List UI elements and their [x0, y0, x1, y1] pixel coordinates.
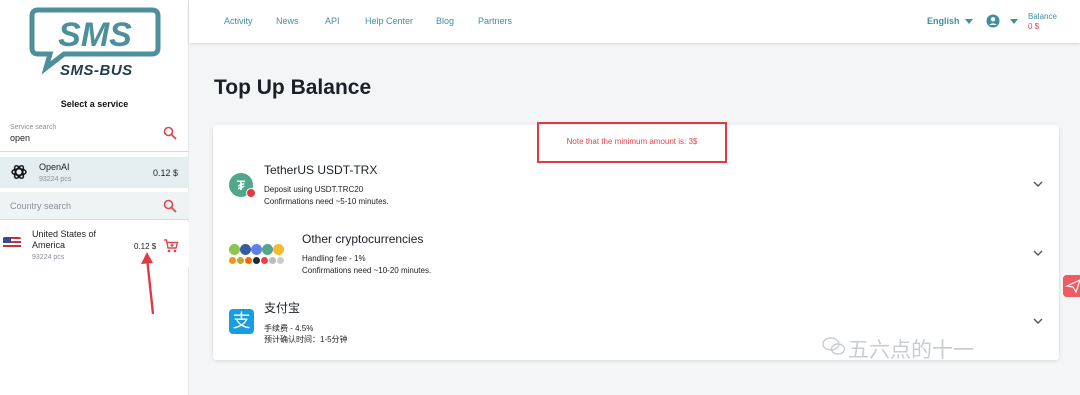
search-icon[interactable]	[163, 126, 177, 140]
service-name: OpenAI	[39, 162, 70, 172]
method-detail: Deposit using USDT.TRC20	[264, 185, 364, 194]
logo-text: SMS	[58, 16, 132, 54]
service-item-openai[interactable]: OpenAI 93224 pcs 0.12 $	[0, 157, 189, 188]
nav-news[interactable]: News	[276, 16, 299, 26]
wechat-icon	[822, 337, 846, 355]
annotation-arrow	[141, 252, 155, 315]
method-title: 支付宝	[264, 301, 301, 315]
chevron-down-icon[interactable]	[1032, 317, 1044, 325]
nav-partners[interactable]: Partners	[478, 16, 512, 26]
service-price: 0.12 $	[152, 168, 178, 178]
method-detail: Confirmations need ~5-10 minutes.	[264, 197, 389, 206]
chevron-down-icon[interactable]	[1032, 180, 1044, 188]
watermark: 五六点的十一	[848, 338, 974, 362]
service-search-input[interactable]: open	[10, 133, 30, 143]
country-name: United States of America	[32, 229, 97, 250]
tron-badge-icon	[246, 188, 256, 198]
top-navigation: Activity News API Help Center Blog Partn…	[189, 0, 1080, 43]
balance-label: Balance	[1028, 12, 1057, 21]
user-icon[interactable]	[986, 14, 1000, 28]
payment-methods-card: Note that the minimum amount is: 3$ ₮ Te…	[213, 122, 1059, 360]
sidebar: SMS SMS-BUS Select a service Service sea…	[0, 0, 189, 395]
telegram-icon[interactable]	[1063, 275, 1080, 297]
chevron-down-icon[interactable]	[1032, 249, 1044, 257]
alipay-icon: 支	[229, 309, 254, 334]
select-service-title: Select a service	[60, 99, 129, 109]
service-search-field[interactable]: Service search open	[0, 118, 189, 152]
method-detail: 手续费 - 4.5%	[264, 324, 314, 333]
crypto-coins-icon	[228, 240, 290, 266]
service-search-label: Service search	[10, 124, 57, 131]
nav-help-center[interactable]: Help Center	[365, 16, 413, 26]
nav-activity[interactable]: Activity	[224, 16, 253, 26]
method-title: Other cryptocurrencies	[302, 232, 424, 246]
openai-icon	[11, 165, 27, 179]
logo-subtitle: SMS-BUS	[60, 62, 133, 79]
minimum-amount-note: Note that the minimum amount is: 3$	[566, 137, 698, 146]
method-detail: 预计确认时间：1-5分钟	[264, 335, 348, 344]
method-detail: Handling fee - 1%	[302, 254, 366, 263]
language-selector[interactable]: English	[927, 16, 960, 26]
balance-value: 0 $	[1028, 22, 1040, 31]
minimum-amount-highlight: Note that the minimum amount is: 3$	[537, 122, 727, 163]
nav-api[interactable]: API	[325, 16, 340, 26]
country-search-input[interactable]: Country search	[10, 201, 71, 211]
search-icon[interactable]	[163, 199, 177, 213]
chevron-down-icon[interactable]	[965, 19, 973, 24]
country-count: 93224 pcs	[32, 254, 65, 261]
method-title: TetherUS USDT-TRX	[264, 163, 378, 177]
service-count: 93224 pcs	[39, 176, 72, 183]
us-flag-icon	[3, 237, 21, 249]
cart-icon[interactable]	[163, 238, 179, 254]
nav-blog[interactable]: Blog	[436, 16, 454, 26]
method-detail: Confirmations need ~10-20 minutes.	[302, 266, 432, 275]
page-title: Top Up Balance	[214, 76, 372, 99]
chevron-down-icon[interactable]	[1010, 19, 1018, 24]
country-search-field[interactable]: Country search	[0, 192, 189, 220]
